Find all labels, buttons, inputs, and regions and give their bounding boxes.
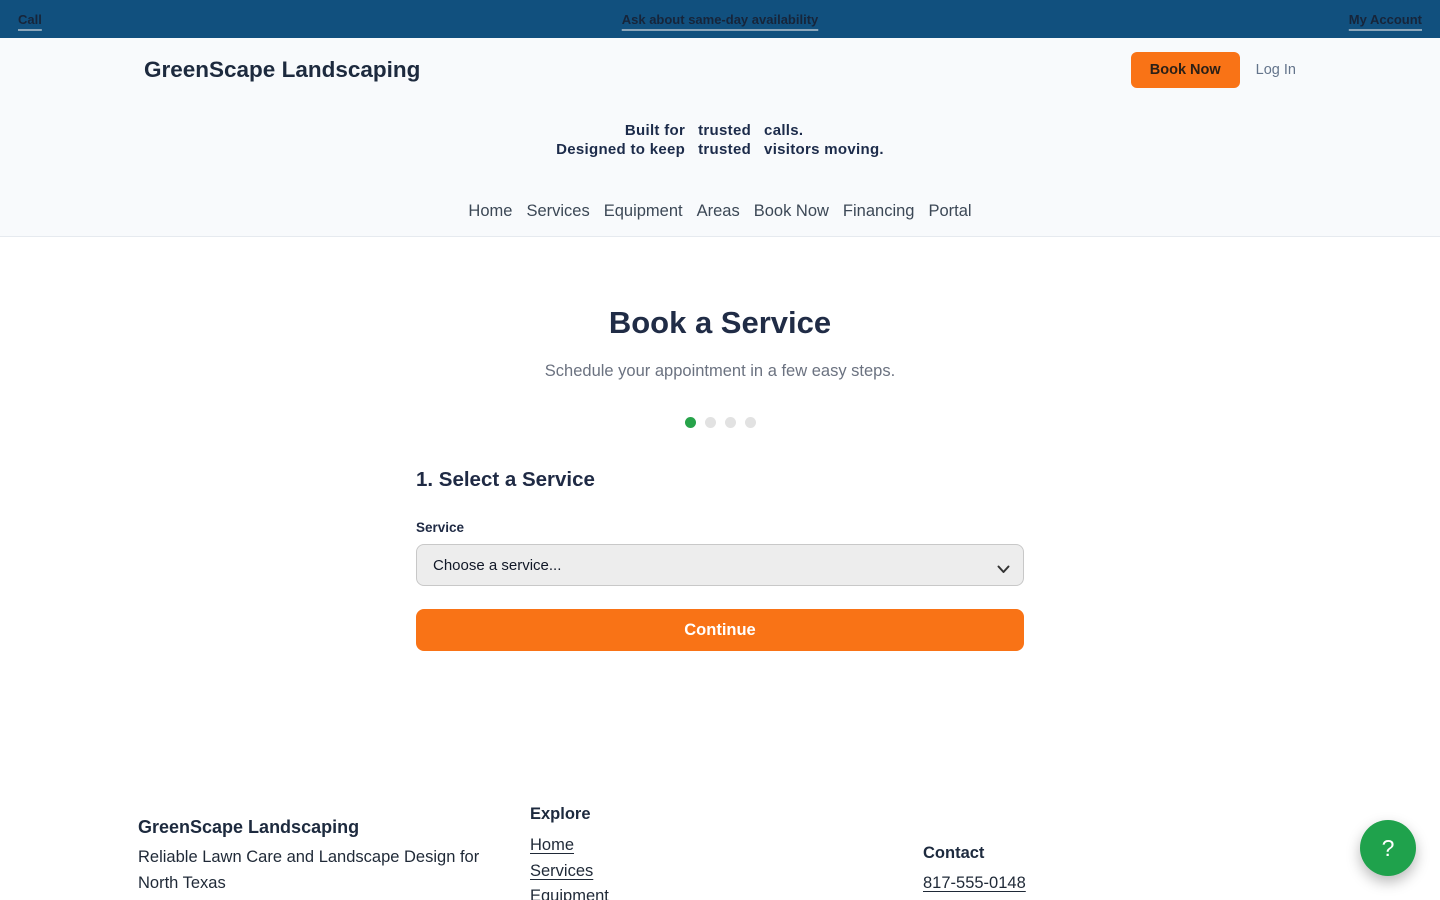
continue-button[interactable]: Continue xyxy=(416,609,1024,651)
nav-item-services[interactable]: Services xyxy=(526,202,589,221)
step-heading: 1. Select a Service xyxy=(416,468,1024,492)
header-book-now-button[interactable]: Book Now xyxy=(1131,52,1240,88)
tagline-row2-mid: trusted xyxy=(698,141,751,160)
footer-link-services[interactable]: Services xyxy=(530,859,907,885)
service-field-label: Service xyxy=(416,520,1024,535)
step-dot-2 xyxy=(705,417,716,428)
brand-title[interactable]: GreenScape Landscaping xyxy=(144,57,420,83)
step-progress-dots xyxy=(0,417,1440,428)
tagline-row2-left: Designed to keep xyxy=(556,141,685,160)
step-dot-4 xyxy=(745,417,756,428)
nav-item-areas[interactable]: Areas xyxy=(697,202,740,221)
page-title: Book a Service xyxy=(0,305,1440,341)
log-in-link[interactable]: Log In xyxy=(1256,62,1296,78)
service-select[interactable]: Choose a service... xyxy=(416,544,1024,586)
booking-form: 1. Select a Service Service Choose a ser… xyxy=(416,468,1024,651)
tagline-row2-right: visitors moving. xyxy=(764,141,884,160)
footer-phone-link[interactable]: 817-555-0148 xyxy=(923,871,1302,897)
nav-item-portal[interactable]: Portal xyxy=(928,202,971,221)
footer-contact-links: 817-555-0148 hello@greenscapelandscaping… xyxy=(923,871,1302,900)
site-header: GreenScape Landscaping Book Now Log In B… xyxy=(0,38,1440,237)
footer-link-equipment[interactable]: Equipment xyxy=(530,884,907,900)
nav-item-equipment[interactable]: Equipment xyxy=(604,202,683,221)
promo-link[interactable]: Ask about same-day availability xyxy=(622,12,819,27)
tagline-row1-left: Built for xyxy=(556,122,685,141)
footer-email-link[interactable]: hello@greenscapelandscaping.com xyxy=(923,897,1302,900)
tagline-row1-right: calls. xyxy=(764,122,884,141)
footer-brand: GreenScape Landscaping xyxy=(138,817,514,838)
tagline-row1-mid: trusted xyxy=(698,122,751,141)
footer-contact-heading: Contact xyxy=(923,844,1302,863)
step-dot-3 xyxy=(725,417,736,428)
page-subtitle: Schedule your appointment in a few easy … xyxy=(0,362,1440,381)
site-footer: GreenScape Landscaping Reliable Lawn Car… xyxy=(0,805,1440,900)
main-nav: Home Services Equipment Areas Book Now F… xyxy=(144,202,1296,236)
help-chat-button[interactable]: ? xyxy=(1360,820,1416,876)
top-bar: Call Ask about same-day availability My … xyxy=(0,0,1440,38)
nav-item-home[interactable]: Home xyxy=(468,202,512,221)
my-account-link[interactable]: My Account xyxy=(1349,12,1422,27)
nav-item-financing[interactable]: Financing xyxy=(843,202,915,221)
footer-explore-heading: Explore xyxy=(530,805,907,824)
footer-explore-links: Home Services Equipment xyxy=(530,833,907,900)
step-dot-1 xyxy=(685,417,696,428)
footer-link-home[interactable]: Home xyxy=(530,833,907,859)
nav-item-book-now[interactable]: Book Now xyxy=(754,202,829,221)
footer-tagline: Reliable Lawn Care and Landscape Design … xyxy=(138,845,514,896)
call-link[interactable]: Call xyxy=(18,12,42,27)
booking-page: Book a Service Schedule your appointment… xyxy=(0,305,1440,651)
hero-tagline: Built for trusted calls. Designed to kee… xyxy=(144,122,1296,159)
